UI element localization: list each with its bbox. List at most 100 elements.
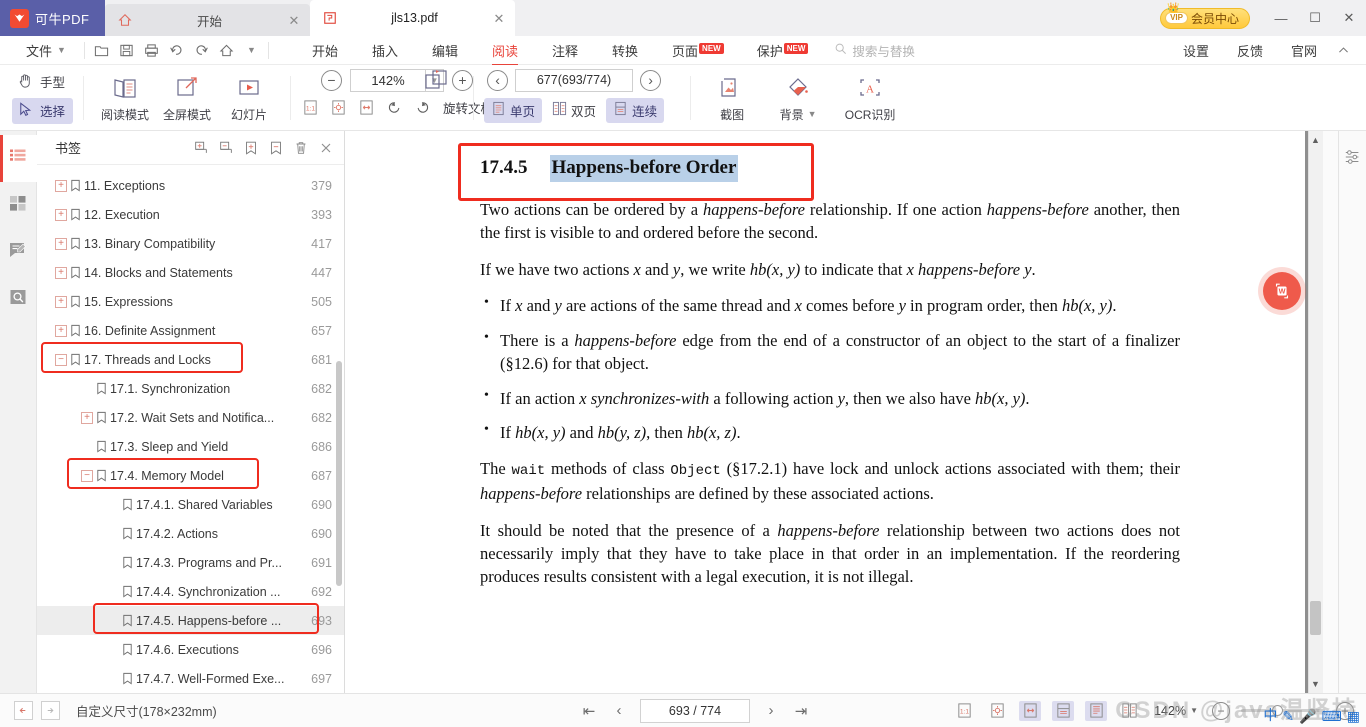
website-menu-button[interactable]: 官网	[1277, 37, 1331, 64]
maximize-button[interactable]: ☐	[1298, 3, 1332, 33]
close-icon[interactable]: ✕	[286, 14, 302, 27]
bookmark-item[interactable]: 17.4.2. Actions 690	[37, 519, 344, 548]
menu-item-annotate[interactable]: 注释	[535, 37, 595, 64]
settings-menu-button[interactable]: 设置	[1169, 37, 1223, 64]
zoom-in-button[interactable]: +	[452, 69, 474, 91]
rotate-left-icon[interactable]	[385, 98, 404, 117]
rail-item-search[interactable]	[0, 276, 37, 323]
save-icon[interactable]	[114, 39, 139, 61]
double-page-button[interactable]: 双页	[545, 98, 603, 123]
menu-item-edit[interactable]: 编辑	[415, 37, 475, 64]
bookmark-toggle-icon[interactable]: +	[55, 266, 67, 279]
menu-item-insert[interactable]: 插入	[355, 37, 415, 64]
rotate-right-icon[interactable]	[413, 98, 432, 117]
last-page-button[interactable]: ⇥	[792, 702, 810, 720]
more-caret-icon[interactable]: ▼	[239, 39, 264, 61]
feedback-menu-button[interactable]: 反馈	[1223, 37, 1277, 64]
bookmark-toggle-icon[interactable]: +	[55, 237, 67, 250]
bookmarks-scrollbar-thumb[interactable]	[336, 361, 342, 586]
bookmark-list[interactable]: +11. Exceptions 379 +12. Execution 393 +13. …	[37, 165, 344, 693]
chevron-down-icon[interactable]: ▼	[808, 109, 817, 119]
bookmark-item[interactable]: 17.3. Sleep and Yield 686	[37, 432, 344, 461]
background-button[interactable]: 背景 ▼	[763, 73, 833, 123]
zoom-out-button[interactable]: −	[321, 69, 343, 91]
prev-page-button[interactable]: ‹	[610, 702, 628, 719]
actual-size-icon[interactable]: 1:1	[953, 701, 975, 721]
remove-bookmark-icon[interactable]	[266, 138, 286, 158]
bookmark-item[interactable]: 17.1. Synchronization 682	[37, 374, 344, 403]
vip-center-button[interactable]: 👑 VIP 会员中心	[1160, 3, 1250, 29]
scroll-up-icon[interactable]: ▲	[1309, 133, 1322, 147]
bookmark-item[interactable]: +17.2. Wait Sets and Notifica... 682	[37, 403, 344, 432]
open-file-icon[interactable]	[89, 39, 114, 61]
previous-view-button[interactable]	[14, 701, 33, 720]
menu-item-read[interactable]: 阅读	[475, 37, 535, 66]
minimize-button[interactable]: —	[1264, 3, 1298, 33]
bookmark-item[interactable]: 17.4.3. Programs and Pr... 691	[37, 548, 344, 577]
document-scrollbar[interactable]: ▲ ▼	[1308, 131, 1323, 693]
rail-item-bookmarks[interactable]	[0, 135, 37, 182]
print-icon[interactable]	[139, 39, 164, 61]
rail-item-thumbnails[interactable]	[0, 182, 37, 229]
scroll-down-icon[interactable]: ▼	[1309, 677, 1322, 691]
fit-width-icon[interactable]	[1019, 700, 1042, 721]
continuous-scroll-button[interactable]: 连续	[606, 97, 665, 123]
close-window-button[interactable]: ✕	[1332, 3, 1366, 33]
select-tool-button[interactable]: 选择	[12, 97, 74, 124]
next-page-button[interactable]: ›	[640, 69, 662, 91]
rotate-document-icon[interactable]	[423, 67, 451, 100]
bookmark-item[interactable]: 17.4.1. Shared Variables 690	[37, 490, 344, 519]
bookmark-toggle-icon[interactable]: +	[55, 208, 67, 221]
zoom-level-input[interactable]: 142%	[350, 68, 427, 92]
hand-tool-button[interactable]: 手型	[12, 69, 73, 95]
add-child-bookmark-icon[interactable]	[191, 138, 211, 158]
delete-icon[interactable]	[291, 138, 311, 158]
bookmark-item[interactable]: +16. Definite Assignment 657	[37, 316, 344, 345]
fit-page-icon[interactable]	[329, 98, 348, 117]
fullscreen-mode-button[interactable]: 全屏模式	[156, 73, 218, 123]
bookmark-item[interactable]: 17.4.5. Happens-before ... 693	[37, 606, 344, 635]
menu-item-protect[interactable]: 保护 NEW	[740, 37, 825, 64]
single-page-view-icon[interactable]	[1085, 700, 1108, 721]
redo-icon[interactable]	[189, 39, 214, 61]
add-bookmark-icon[interactable]	[241, 138, 261, 158]
status-page-input[interactable]: 693 / 774	[640, 698, 750, 723]
bookmark-toggle-icon[interactable]: +	[55, 179, 67, 192]
reading-mode-button[interactable]: 阅读模式	[94, 73, 156, 123]
home-icon[interactable]	[214, 39, 239, 61]
continuous-view-icon[interactable]	[1052, 700, 1075, 721]
next-page-button[interactable]: ›	[762, 702, 780, 719]
tab-jls13-pdf[interactable]: jls13.pdf ✕	[310, 0, 515, 36]
status-zoom-dropdown[interactable]: 142% ▼	[1154, 704, 1198, 718]
bookmark-item[interactable]: − 17. Threads and Locks 681	[37, 345, 344, 374]
search-replace-box[interactable]: 搜索与替换	[834, 41, 915, 60]
tab-home[interactable]: 开始 ✕	[105, 4, 310, 36]
pdf-to-word-button[interactable]: W	[1263, 272, 1301, 310]
close-icon[interactable]: ✕	[491, 12, 507, 25]
document-scrollbar-thumb[interactable]	[1310, 601, 1321, 635]
rail-item-annotations[interactable]	[0, 229, 37, 276]
close-icon[interactable]	[316, 138, 336, 158]
bookmark-item[interactable]: +13. Binary Compatibility 417	[37, 229, 344, 258]
double-page-view-icon[interactable]	[1118, 701, 1140, 721]
view-settings-icon[interactable]	[1341, 145, 1365, 169]
chevron-up-icon[interactable]	[1331, 39, 1356, 61]
bookmark-item[interactable]: 17.4.7. Well-Formed Exe... 697	[37, 664, 344, 693]
bookmark-item[interactable]: 17.4.4. Synchronization ... 692	[37, 577, 344, 606]
fit-page-icon[interactable]	[986, 701, 1008, 721]
file-menu-button[interactable]: 文件 ▼	[0, 41, 80, 60]
document-viewport[interactable]: 17.4.5 Happens-before Order Two actions …	[345, 131, 1323, 693]
screenshot-button[interactable]: 截图	[701, 73, 763, 123]
slideshow-button[interactable]: 幻灯片	[218, 73, 280, 123]
undo-icon[interactable]	[164, 39, 189, 61]
menu-item-start[interactable]: 开始	[295, 37, 355, 64]
single-page-button[interactable]: 单页	[484, 97, 543, 123]
first-page-button[interactable]: ⇤	[580, 702, 598, 720]
bookmark-item[interactable]: +14. Blocks and Statements 447	[37, 258, 344, 287]
next-view-button[interactable]	[41, 701, 60, 720]
remove-child-bookmark-icon[interactable]	[216, 138, 236, 158]
fit-width-icon[interactable]	[357, 98, 376, 117]
bookmark-toggle-icon[interactable]: −	[55, 353, 67, 366]
ocr-button[interactable]: A OCR识别	[833, 73, 907, 123]
bookmark-toggle-icon[interactable]: +	[55, 324, 67, 337]
